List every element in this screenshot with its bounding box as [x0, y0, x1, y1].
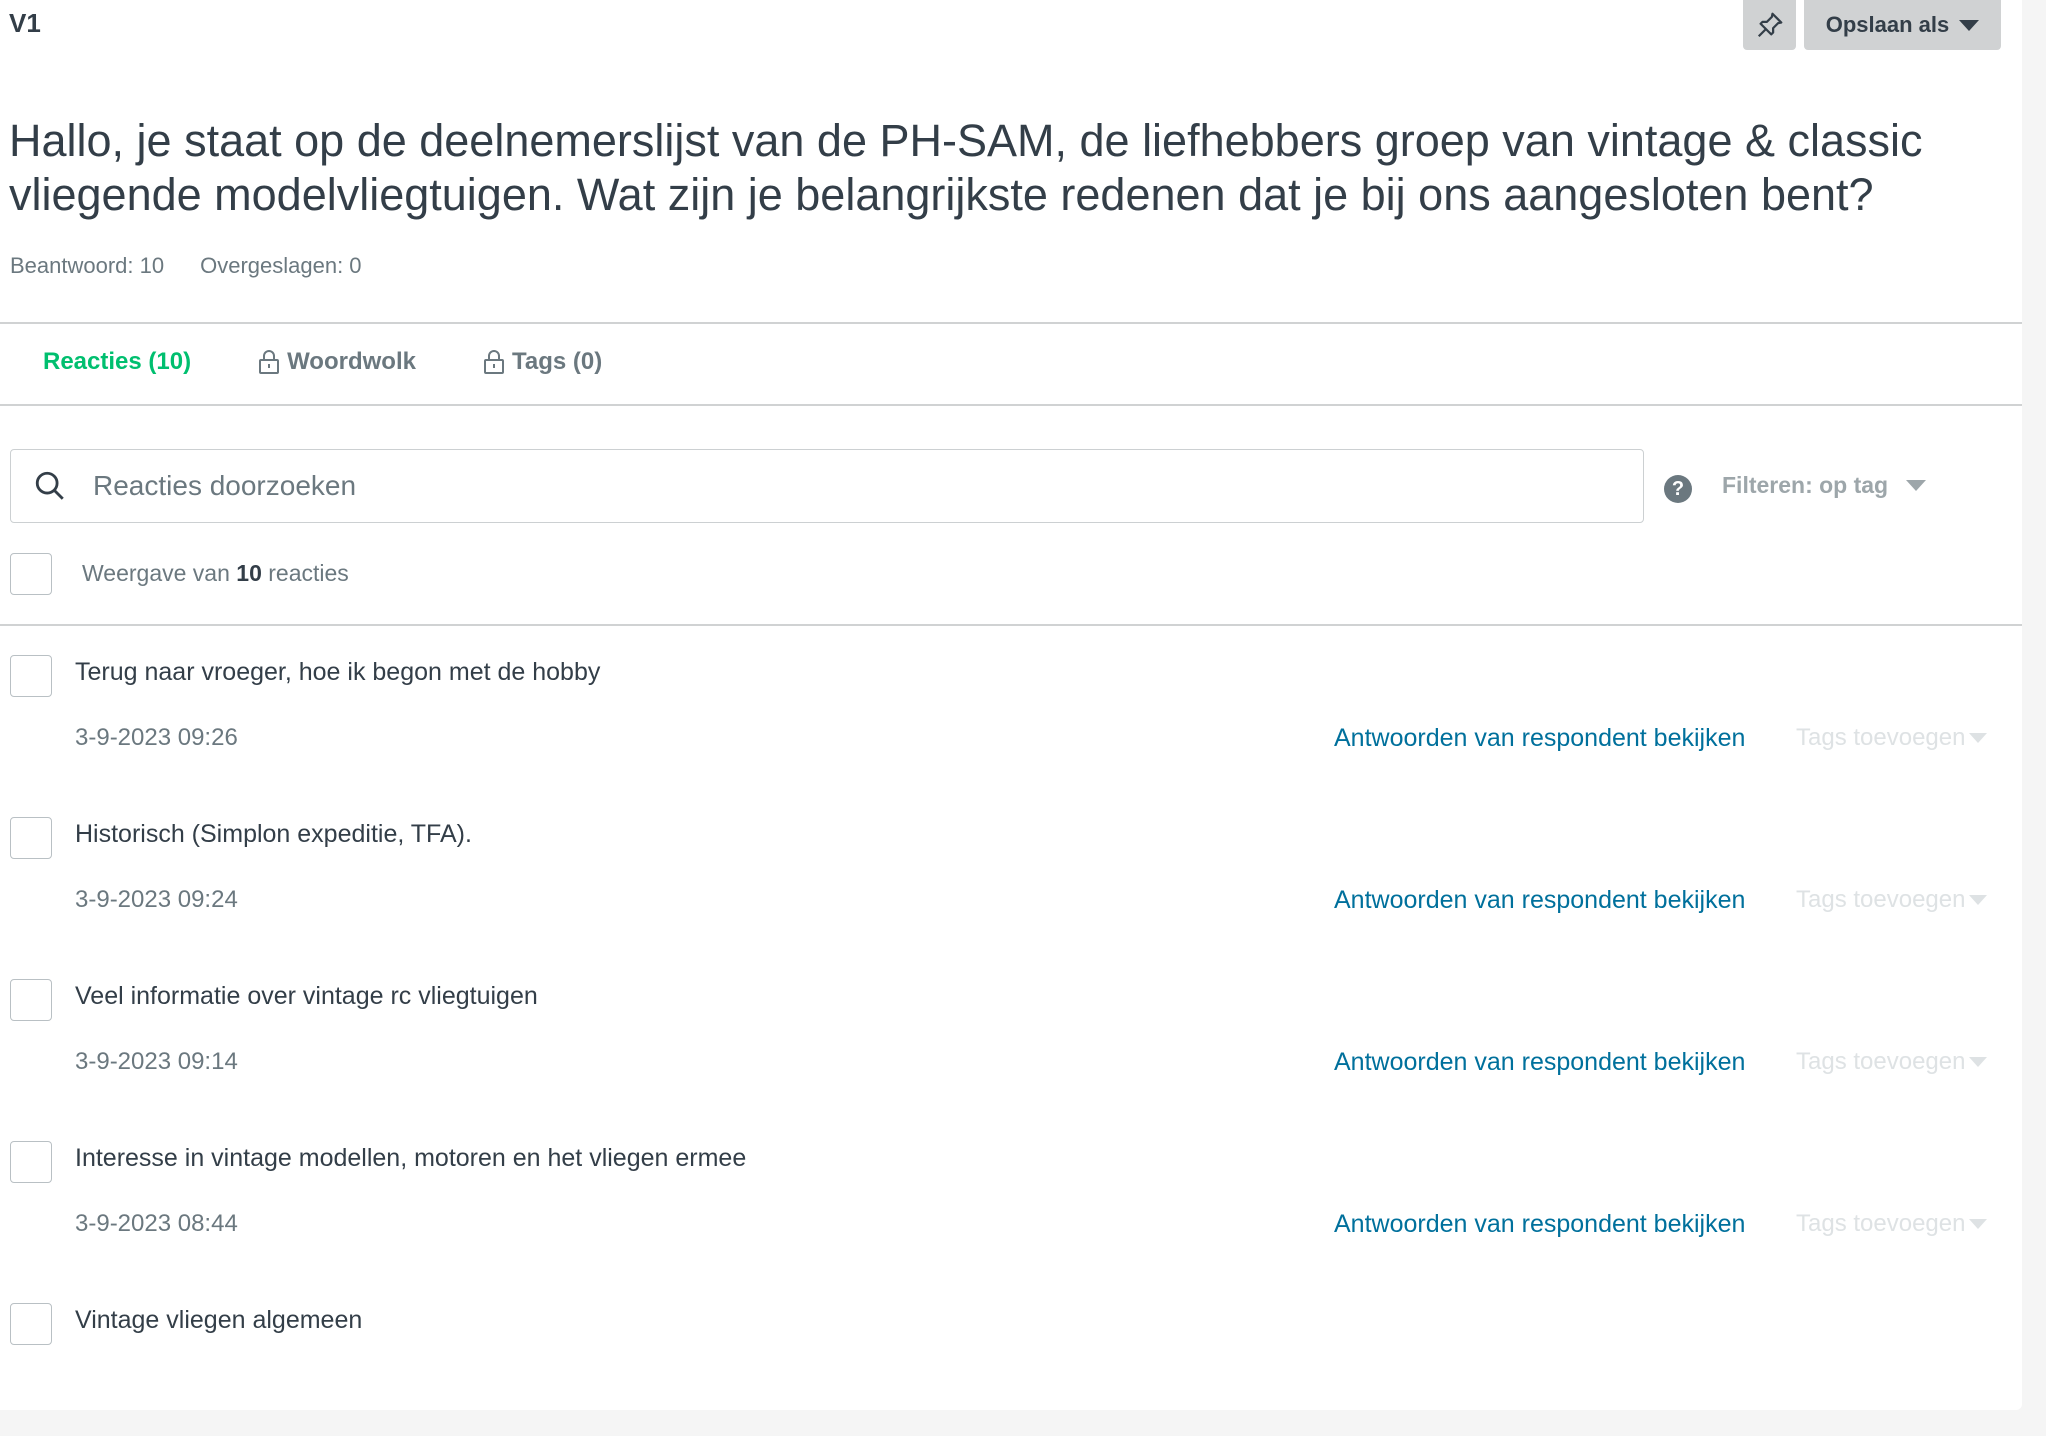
add-tags-label: Tags toevoegen [1796, 724, 1966, 751]
response-checkbox[interactable] [10, 979, 52, 1021]
divider [0, 322, 2022, 324]
chevron-down-icon [1959, 19, 1980, 31]
answered-count: Beantwoord: 10 [10, 253, 165, 278]
lock-icon [483, 350, 504, 374]
tab-tags[interactable]: Tags (0) [482, 348, 602, 376]
tab-bar: Reacties (10) Woordwolk Tags (0) [43, 348, 602, 376]
question-title: Hallo, je staat op de deelnemerslijst va… [9, 115, 1923, 220]
response-checkbox[interactable] [10, 1303, 52, 1345]
help-icon[interactable]: ? [1664, 475, 1692, 503]
filter-by-tag-dropdown[interactable]: Filteren: op tag [1722, 472, 1927, 499]
view-respondent-link[interactable]: Antwoorden van respondent bekijken [1334, 1210, 1745, 1239]
view-respondent-link[interactable]: Antwoorden van respondent bekijken [1334, 1048, 1745, 1077]
chevron-down-icon [1969, 895, 1988, 905]
response-date: 3-9-2023 08:44 [75, 1210, 238, 1237]
response-text: Terug naar vroeger, hoe ik begon met de … [75, 658, 601, 686]
count-suffix: reacties [268, 560, 349, 586]
add-tags-label: Tags toevoegen [1796, 886, 1966, 913]
add-tags-dropdown[interactable]: Tags toevoegen [1796, 1210, 1988, 1238]
response-text: Vintage vliegen algemeen [75, 1306, 363, 1334]
view-respondent-link[interactable]: Antwoorden van respondent bekijken [1334, 724, 1745, 753]
response-checkbox[interactable] [10, 655, 52, 697]
add-tags-dropdown[interactable]: Tags toevoegen [1796, 1048, 1988, 1076]
add-tags-dropdown[interactable]: Tags toevoegen [1796, 724, 1988, 752]
tab-label: Woordwolk [287, 348, 416, 375]
response-checkbox[interactable] [10, 817, 52, 859]
search-input[interactable] [91, 469, 1643, 503]
save-as-label: Opslaan als [1825, 12, 1950, 37]
search-box [10, 449, 1644, 523]
tab-label: Tags (0) [511, 348, 603, 375]
response-date: 3-9-2023 09:14 [75, 1048, 238, 1075]
response-text: Historisch (Simplon expeditie, TFA). [75, 820, 472, 848]
tab-reacties[interactable]: Reacties (10) [43, 348, 191, 376]
divider [0, 624, 2022, 626]
chevron-down-icon [1969, 1219, 1988, 1229]
question-card: V1 Opslaan als Hallo, je staat op de dee… [0, 0, 2022, 1410]
count-prefix: Weergave van [82, 560, 230, 586]
count-value: 10 [236, 560, 262, 586]
response-date: 3-9-2023 09:24 [75, 886, 238, 913]
select-all-checkbox[interactable] [10, 553, 52, 595]
view-respondent-link[interactable]: Antwoorden van respondent bekijken [1334, 886, 1745, 915]
add-tags-dropdown[interactable]: Tags toevoegen [1796, 886, 1988, 914]
divider [0, 404, 2022, 406]
lock-icon [259, 350, 280, 374]
skipped-count: Overgeslagen: 0 [200, 253, 362, 278]
question-number: V1 [9, 8, 41, 38]
chevron-down-icon [1969, 733, 1988, 743]
add-tags-label: Tags toevoegen [1796, 1048, 1966, 1075]
filter-label: Filteren: op tag [1722, 472, 1889, 498]
add-tags-label: Tags toevoegen [1796, 1210, 1966, 1237]
question-stats: Beantwoord: 10 Overgeslagen: 0 [10, 253, 362, 279]
tab-label: Reacties (10) [43, 348, 192, 375]
tab-woordwolk[interactable]: Woordwolk [257, 348, 416, 376]
save-as-button[interactable]: Opslaan als [1804, 0, 2001, 50]
search-icon [35, 471, 64, 500]
pin-icon [1757, 12, 1782, 38]
response-checkbox[interactable] [10, 1141, 52, 1183]
pin-button[interactable] [1743, 0, 1796, 50]
response-date: 3-9-2023 09:26 [75, 724, 238, 751]
response-count: Weergave van 10 reacties [82, 560, 349, 587]
response-text: Veel informatie over vintage rc vliegtui… [75, 982, 538, 1010]
chevron-down-icon [1906, 480, 1927, 491]
chevron-down-icon [1969, 1057, 1988, 1067]
response-text: Interesse in vintage modellen, motoren e… [75, 1144, 747, 1172]
